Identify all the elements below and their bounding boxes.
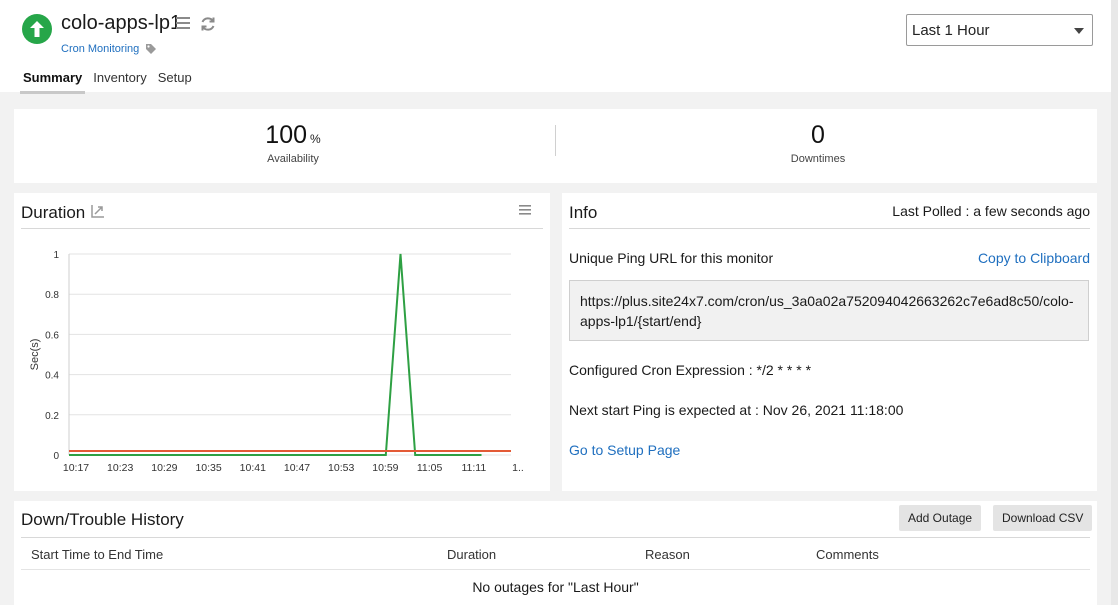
menu-icon[interactable] (175, 16, 191, 30)
panel-divider (569, 228, 1090, 229)
cron-expression: Configured Cron Expression : */2 * * * * (569, 362, 811, 378)
column-header-comments: Comments (816, 547, 879, 562)
x-tick-label: 10:53 (328, 462, 354, 474)
refresh-icon[interactable] (200, 16, 216, 32)
x-tick-label: 11:05 (417, 462, 443, 474)
empty-history-message: No outages for "Last Hour" (472, 579, 639, 595)
info-panel: Info Last Polled : a few seconds ago Uni… (562, 193, 1097, 491)
y-tick-label: 0.8 (45, 290, 59, 301)
table-header-divider (21, 569, 1090, 570)
monitor-type-link[interactable]: Cron Monitoring (61, 43, 139, 55)
expand-chart-icon[interactable] (91, 204, 105, 218)
ping-url-label: Unique Ping URL for this monitor (569, 250, 774, 266)
metric-divider (555, 125, 556, 156)
arrow-up-icon (30, 21, 44, 37)
monitor-name: colo-apps-lp1 (61, 12, 182, 34)
history-panel: Down/Trouble History Add Outage Download… (14, 501, 1097, 605)
next-ping-label: Next start Ping is expected at : (569, 402, 759, 418)
availability-value: 100 (265, 121, 308, 149)
last-polled-value: a few seconds ago (973, 203, 1090, 219)
tab-inventory[interactable]: Inventory (90, 70, 149, 94)
monitor-tabs: Summary Inventory Setup (20, 70, 200, 94)
duration-chart: 0 0.2 0.4 0.6 0.8 1 Sec(s) 10:17 10:23 10:29 10:35… (29, 250, 524, 474)
time-period-value: Last 1 Hour (912, 22, 990, 39)
x-tick-label: 10:35 (195, 462, 221, 474)
y-tick-label: 0.6 (45, 330, 59, 341)
availability-metric: 100% Availability (234, 121, 352, 165)
cron-label: Configured Cron Expression : (569, 362, 753, 378)
column-header-duration: Duration (447, 547, 497, 562)
x-tick-label: 10:59 (372, 462, 398, 474)
column-header-time: Start Time to End Time (31, 547, 164, 562)
y-tick-label: 0 (53, 451, 59, 462)
x-tick-label: 10:41 (240, 462, 266, 474)
summary-card: 100% Availability 0 Downtimes (14, 109, 1097, 183)
info-title: Info (569, 203, 598, 222)
panel-divider (21, 228, 543, 229)
y-axis-title: Sec(s) (29, 339, 41, 371)
panel-divider (21, 537, 1090, 538)
tag-icon[interactable] (145, 43, 157, 55)
tab-summary[interactable]: Summary (20, 70, 86, 94)
last-polled: Last Polled : a few seconds ago (892, 203, 1090, 219)
page-scrollbar[interactable] (1111, 0, 1118, 605)
downtimes-value: 0 (811, 121, 825, 149)
chevron-down-icon (1074, 28, 1084, 34)
duration-panel: Duration 0 0.2 0.4 0.6 0.8 1 Sec(s) 10:17 10:23 1… (14, 193, 550, 491)
download-csv-button[interactable]: Download CSV (993, 505, 1093, 531)
x-tick-label: 11:11 (461, 462, 486, 474)
status-up-icon (22, 14, 52, 44)
setup-page-link[interactable]: Go to Setup Page (569, 442, 680, 458)
history-title: Down/Trouble History (21, 510, 184, 529)
downtimes-label: Downtimes (790, 153, 846, 165)
ping-url-box[interactable]: https://plus.site24x7.com/cron/us_3a0a02… (569, 280, 1089, 341)
x-tick-label: 10:17 (63, 462, 89, 474)
tab-setup[interactable]: Setup (155, 70, 195, 94)
next-ping: Next start Ping is expected at : Nov 26,… (569, 402, 903, 418)
duration-title: Duration (21, 203, 86, 222)
time-period-select[interactable]: Last 1 Hour (906, 14, 1093, 46)
x-tick-label: 10:29 (151, 462, 177, 474)
availability-label: Availability (267, 153, 319, 165)
y-tick-label: 0.4 (45, 371, 59, 382)
chart-menu-icon[interactable] (519, 205, 531, 215)
column-header-reason: Reason (645, 547, 690, 562)
y-tick-label: 0.2 (45, 411, 59, 422)
cron-value: */2 * * * * (756, 362, 812, 378)
y-tick-label: 1 (53, 250, 59, 261)
duration-series-line (69, 253, 482, 456)
x-tick-label: 10:23 (107, 462, 133, 474)
downtimes-metric: 0 Downtimes (758, 121, 878, 165)
next-ping-value: Nov 26, 2021 11:18:00 (762, 402, 904, 418)
copy-to-clipboard-link[interactable]: Copy to Clipboard (978, 250, 1090, 266)
availability-unit: % (310, 132, 321, 146)
x-tick-label: 10:47 (284, 462, 310, 474)
monitor-header: colo-apps-lp1 Cron Monitoring Summary In… (0, 0, 1118, 94)
add-outage-button[interactable]: Add Outage (899, 505, 982, 531)
x-tick-label: 1.. (512, 462, 524, 474)
last-polled-label: Last Polled : (892, 203, 970, 219)
